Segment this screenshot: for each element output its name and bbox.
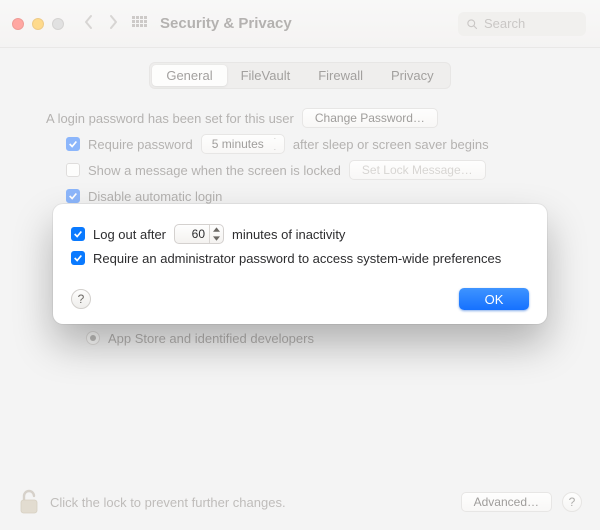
logout-minutes-stepper[interactable]: [174, 224, 224, 244]
logout-after-suffix: minutes of inactivity: [232, 227, 345, 242]
logout-minutes-input[interactable]: [175, 227, 209, 241]
logout-after-checkbox[interactable]: [71, 227, 85, 241]
stepper-down-icon[interactable]: [210, 234, 223, 243]
logout-after-prefix: Log out after: [93, 227, 166, 242]
ok-button[interactable]: OK: [459, 288, 529, 310]
advanced-sheet: Log out after minutes of inactivity Requ…: [53, 204, 547, 324]
require-admin-pw-checkbox[interactable]: [71, 251, 85, 265]
modal-overlay: Log out after minutes of inactivity Requ…: [0, 0, 600, 530]
stepper-up-icon[interactable]: [210, 225, 223, 234]
require-admin-pw-label: Require an administrator password to acc…: [93, 251, 501, 266]
sheet-help-icon[interactable]: ?: [71, 289, 91, 309]
